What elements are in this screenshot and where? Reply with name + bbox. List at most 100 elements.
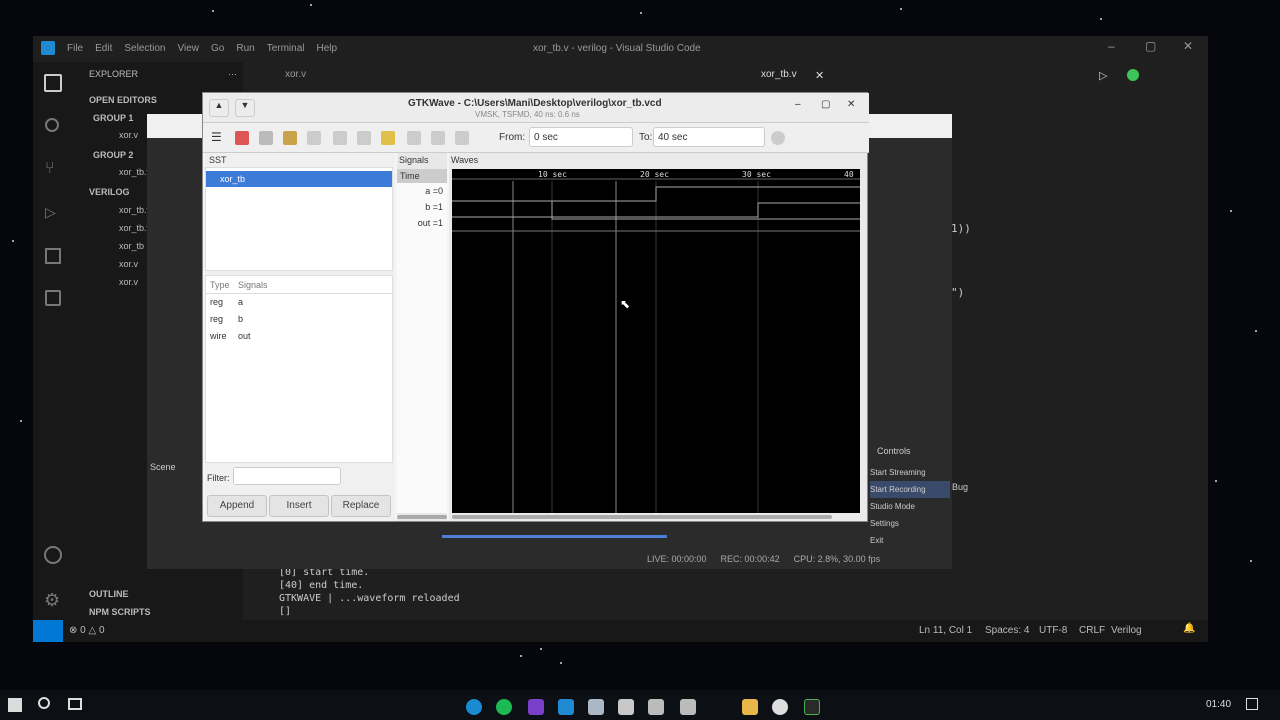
- app-icon[interactable]: [618, 699, 634, 715]
- select-all-icon[interactable]: [307, 131, 321, 145]
- menu-go[interactable]: Go: [211, 43, 224, 54]
- zoom-fit-icon[interactable]: [333, 131, 347, 145]
- menu-terminal[interactable]: Terminal: [267, 43, 305, 54]
- menu-selection[interactable]: Selection: [124, 43, 165, 54]
- tab-xor[interactable]: xor.v: [285, 64, 306, 86]
- paste-icon[interactable]: [283, 131, 297, 145]
- undo-zoom-icon[interactable]: [407, 131, 421, 145]
- account-icon[interactable]: [44, 546, 62, 564]
- hamburger-menu-icon[interactable]: ☰: [211, 130, 222, 144]
- menu-run[interactable]: Run: [236, 43, 254, 54]
- file-item[interactable]: xor.v: [119, 256, 138, 272]
- var-row[interactable]: reg b: [206, 311, 392, 328]
- vscode-taskbar-icon[interactable]: [558, 699, 574, 715]
- group1-file[interactable]: xor.v: [119, 127, 138, 143]
- tab-xor-tb[interactable]: xor_tb.v: [761, 64, 797, 86]
- var-row[interactable]: wire out: [206, 328, 392, 345]
- notification-center-icon[interactable]: [1246, 698, 1258, 710]
- file-item[interactable]: xor.v: [119, 274, 138, 290]
- find-next-icon[interactable]: [455, 131, 469, 145]
- file-item[interactable]: xor_tb: [119, 238, 144, 254]
- tree-item-xor-tb[interactable]: xor_tb: [206, 171, 392, 187]
- task-view-icon[interactable]: [68, 698, 82, 710]
- source-control-icon[interactable]: ⑂: [45, 160, 55, 178]
- menu-view[interactable]: View: [178, 43, 200, 54]
- menu-file[interactable]: File: [67, 43, 83, 54]
- search-icon[interactable]: [45, 118, 59, 132]
- signal-row[interactable]: out =1: [397, 215, 447, 231]
- eol-status[interactable]: CRLF: [1079, 625, 1105, 636]
- nav-up-icon[interactable]: ▲: [209, 99, 229, 117]
- obs-control-button[interactable]: Settings: [870, 515, 950, 532]
- close-icon[interactable]: ✕: [1183, 39, 1193, 53]
- files-icon[interactable]: [44, 74, 62, 92]
- zoom-in-icon[interactable]: [357, 131, 371, 145]
- app-icon[interactable]: [680, 699, 696, 715]
- var-row[interactable]: reg a: [206, 294, 392, 311]
- problems-status[interactable]: ⊗ 0 △ 0: [69, 625, 105, 636]
- maximize-icon[interactable]: ▢: [1145, 39, 1156, 53]
- filter-input[interactable]: [233, 467, 341, 485]
- spotify-icon[interactable]: [496, 699, 512, 715]
- gear-icon[interactable]: ⚙: [44, 590, 60, 611]
- run-debug-icon[interactable]: ▷: [45, 204, 56, 221]
- from-input[interactable]: 0 sec: [529, 127, 633, 147]
- obs-icon[interactable]: [772, 699, 788, 715]
- visual-studio-icon[interactable]: [528, 699, 544, 715]
- extensions-icon[interactable]: [45, 248, 61, 264]
- tab-close-icon[interactable]: ✕: [815, 69, 824, 82]
- obs-control-button[interactable]: Exit: [870, 532, 950, 549]
- obs-control-button[interactable]: Start Streaming: [870, 464, 950, 481]
- run-icon[interactable]: ▷: [1099, 69, 1107, 82]
- cursor-position[interactable]: Ln 11, Col 1: [919, 625, 972, 636]
- group2-label[interactable]: GROUP 2: [93, 147, 133, 163]
- remote-explorer-icon[interactable]: [45, 290, 61, 306]
- time-row[interactable]: Time: [397, 169, 447, 183]
- file-explorer-icon[interactable]: [742, 699, 758, 715]
- clock[interactable]: 01:40: [1206, 699, 1231, 710]
- minimize-icon[interactable]: –: [1108, 39, 1115, 53]
- signal-row[interactable]: a =0: [397, 183, 447, 199]
- project-folder[interactable]: VERILOG: [89, 184, 130, 200]
- reload-icon[interactable]: [771, 131, 785, 145]
- append-button[interactable]: Append: [207, 495, 267, 517]
- zoom-out-icon[interactable]: [381, 131, 395, 145]
- start-icon[interactable]: [8, 698, 22, 712]
- obs-control-button[interactable]: Studio Mode: [870, 498, 950, 515]
- app-icon[interactable]: [648, 699, 664, 715]
- remote-button[interactable]: [33, 620, 63, 642]
- cut-icon[interactable]: [235, 131, 249, 145]
- waves-scrollbar[interactable]: [452, 515, 832, 519]
- menu-help[interactable]: Help: [317, 43, 338, 54]
- edge-icon[interactable]: [466, 699, 482, 715]
- language-status[interactable]: Verilog: [1111, 625, 1142, 636]
- to-input[interactable]: 40 sec: [653, 127, 765, 147]
- gtkwave-close-icon[interactable]: ✕: [847, 99, 855, 110]
- replace-button[interactable]: Replace: [331, 495, 391, 517]
- type-column-header[interactable]: Type: [206, 276, 238, 293]
- open-editors-section[interactable]: OPEN EDITORS: [89, 92, 157, 108]
- insert-button[interactable]: Insert: [269, 495, 329, 517]
- signals-column-header[interactable]: Signals: [238, 276, 268, 293]
- signals-scrollbar[interactable]: [397, 515, 447, 519]
- menu-edit[interactable]: Edit: [95, 43, 112, 54]
- group1-label[interactable]: GROUP 1: [93, 110, 133, 126]
- obs-control-button[interactable]: Start Recording: [870, 481, 950, 498]
- terminal-icon[interactable]: [804, 699, 820, 715]
- obs-volume-slider[interactable]: [442, 535, 667, 538]
- explorer-more-icon[interactable]: ···: [228, 66, 237, 82]
- outline-section[interactable]: OUTLINE: [89, 586, 129, 602]
- signal-row[interactable]: b =1: [397, 199, 447, 215]
- nav-down-icon[interactable]: ▼: [235, 99, 255, 117]
- gtkwave-maximize-icon[interactable]: ▢: [821, 99, 830, 110]
- encoding-status[interactable]: UTF-8: [1039, 625, 1067, 636]
- search-icon[interactable]: [38, 697, 50, 709]
- indentation-status[interactable]: Spaces: 4: [985, 625, 1029, 636]
- gtkwave-minimize-icon[interactable]: –: [795, 99, 801, 110]
- app-icon[interactable]: [588, 699, 604, 715]
- waveform-canvas[interactable]: 10 sec 20 sec 30 sec 40 ⬉: [452, 169, 860, 513]
- find-prev-icon[interactable]: [431, 131, 445, 145]
- notifications-icon[interactable]: 🔔: [1183, 623, 1195, 634]
- npm-scripts-section[interactable]: NPM SCRIPTS: [89, 604, 151, 620]
- copy-icon[interactable]: [259, 131, 273, 145]
